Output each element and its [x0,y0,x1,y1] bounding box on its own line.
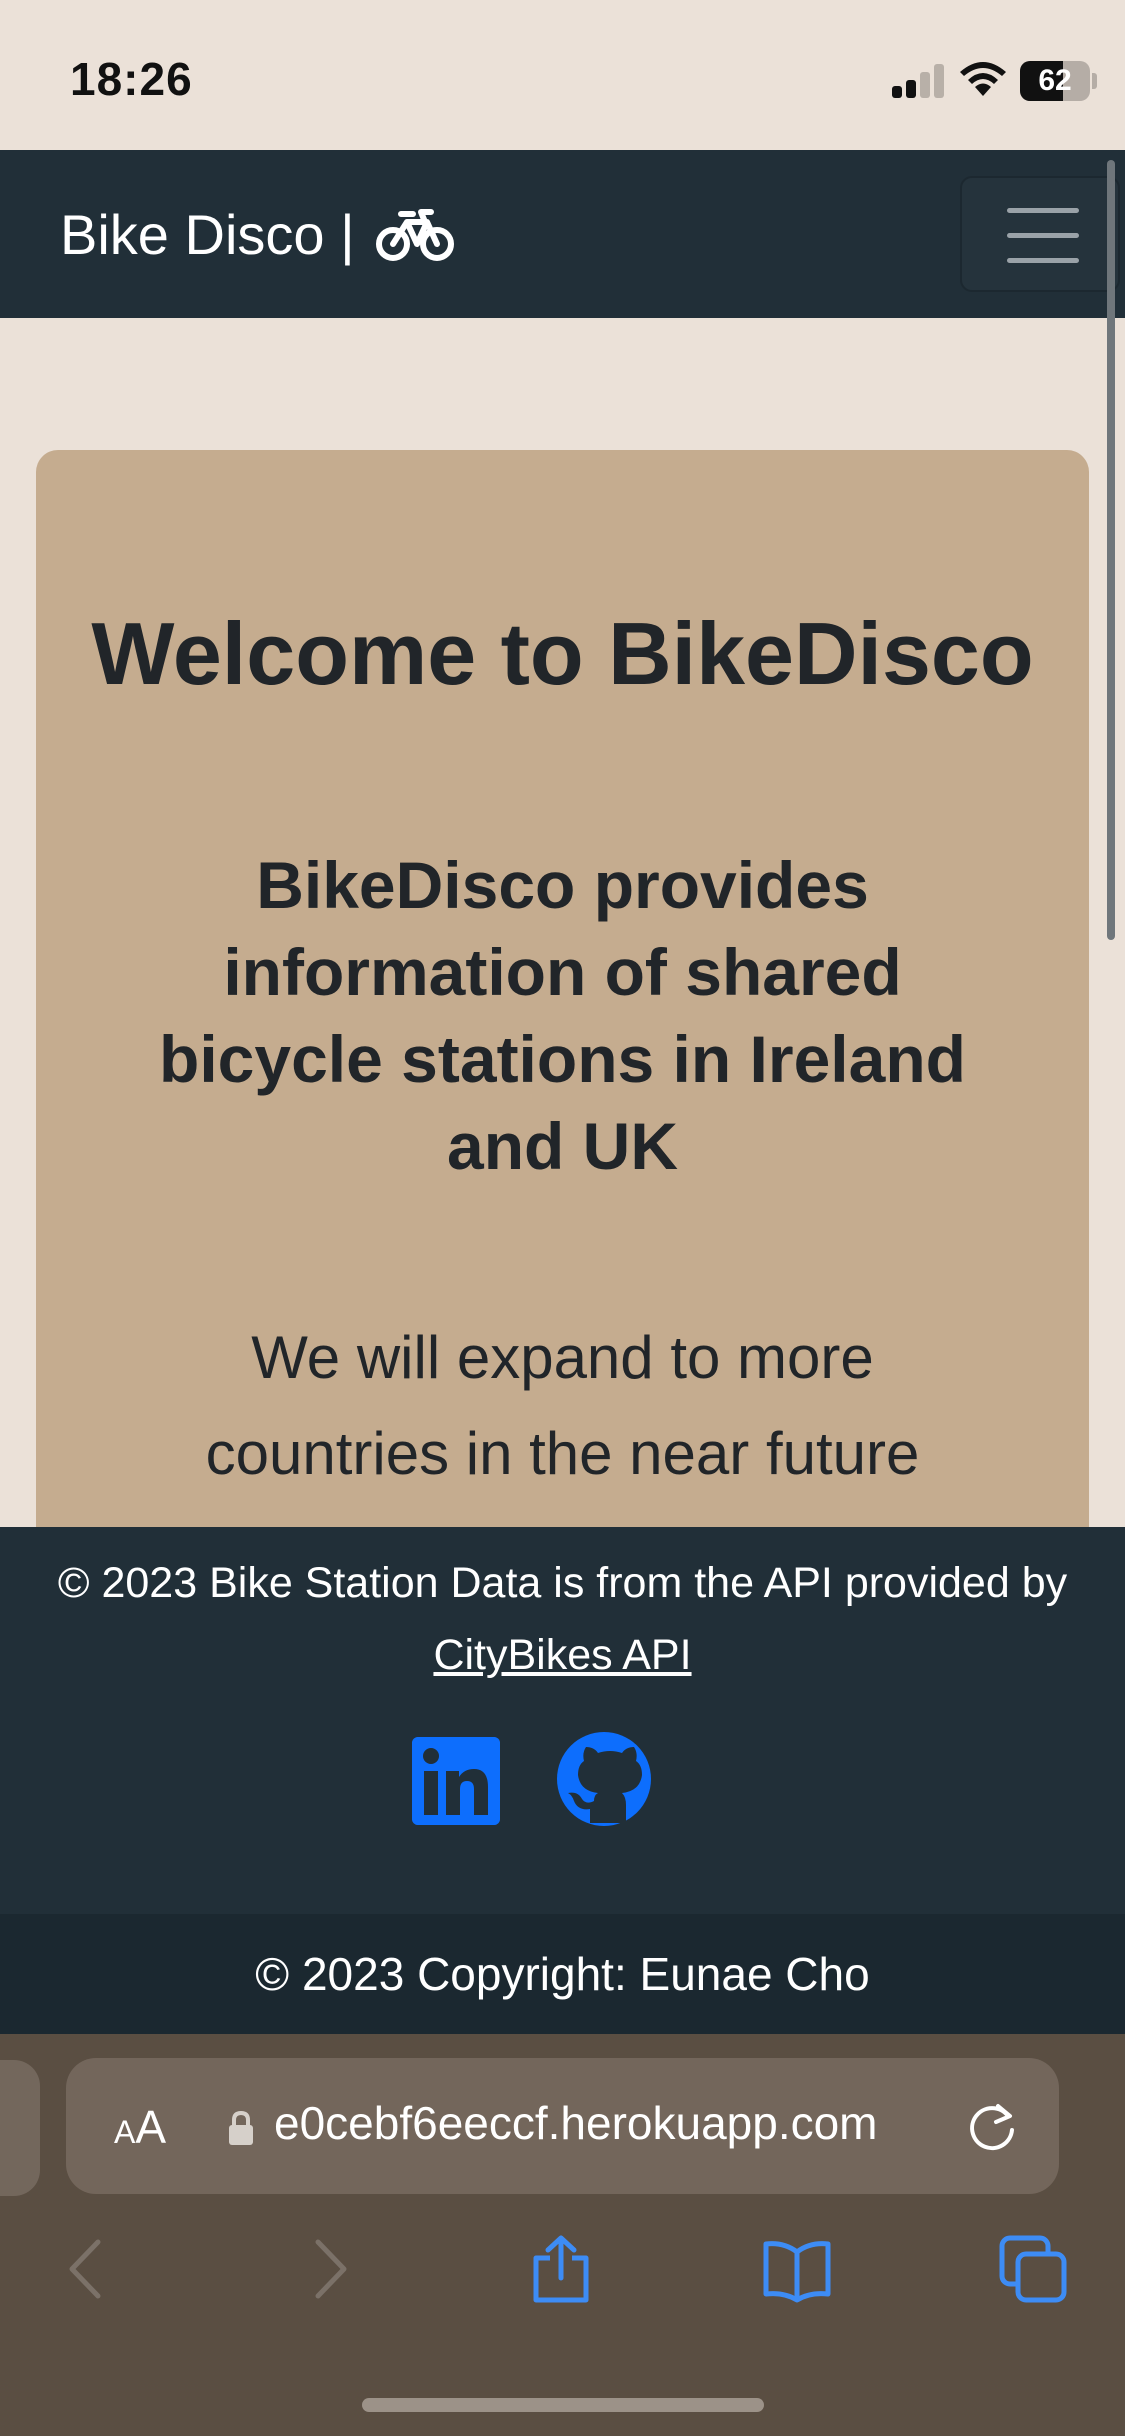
reader-settings-button[interactable]: AA [114,2100,166,2154]
battery-icon: 62 [1020,61,1090,101]
github-icon[interactable] [556,1731,652,1827]
forward-icon[interactable] [294,2234,364,2304]
back-icon[interactable] [52,2234,122,2304]
reload-icon[interactable] [966,2100,1020,2154]
address-bar[interactable]: AA e0cebf6eeccf.herokuapp.com [66,2058,1059,2194]
tabs-icon[interactable] [998,2234,1068,2304]
copyright-bar: © 2023 Copyright: Eunae Cho [0,1914,1125,2034]
lock-icon [229,2110,253,2145]
battery-tip [1092,73,1097,89]
home-indicator[interactable] [362,2398,764,2412]
welcome-body: We will expand to more countries in the … [205,1324,920,1487]
status-bar: 18:26 62 [0,0,1125,150]
attribution-text: © 2023 Bike Station Data is from the API… [57,1559,1068,1607]
share-icon[interactable] [526,2234,596,2304]
brand-link[interactable]: Bike Disco | [60,200,455,268]
footer-attribution: © 2023 Bike Station Data is from the API… [0,1547,1125,1691]
safari-toolbar: AA e0cebf6eeccf.herokuapp.com [0,2034,1125,2436]
bookmarks-icon[interactable] [762,2234,832,2304]
navbar-toggler-button[interactable] [960,176,1120,292]
welcome-title: Welcome to BikeDisco [91,604,1034,703]
status-time: 18:26 [70,53,193,105]
welcome-card: Welcome to BikeDisco BikeDisco provides … [36,450,1089,1650]
linkedin-icon[interactable] [412,1737,500,1825]
page-scrollbar[interactable] [1107,160,1115,940]
cellular-signal-icon [892,62,944,98]
footer: © 2023 Bike Station Data is from the API… [0,1527,1125,1914]
citybikes-api-link[interactable]: CityBikes API [433,1631,691,1679]
bicycle-icon [375,209,454,261]
welcome-subtitle: BikeDisco provides information of shared… [159,848,966,1183]
brand-text: Bike Disco | [60,202,355,266]
previous-tab-preview[interactable] [0,2060,40,2196]
wifi-icon [960,62,1006,96]
url-text: e0cebf6eeccf.herokuapp.com [274,2097,878,2149]
navbar: Bike Disco | [0,150,1125,318]
battery-level: 62 [1038,64,1072,97]
